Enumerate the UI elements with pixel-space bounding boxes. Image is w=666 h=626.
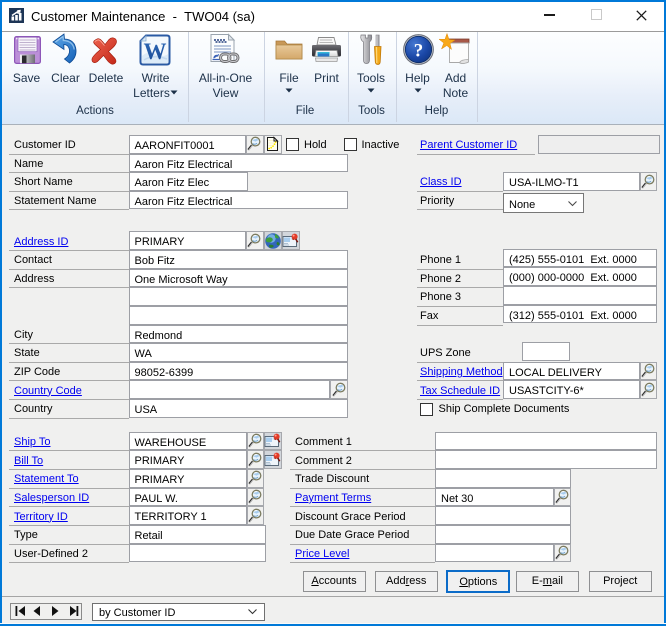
- svg-text:W: W: [144, 39, 167, 64]
- svg-text:?: ?: [414, 41, 424, 62]
